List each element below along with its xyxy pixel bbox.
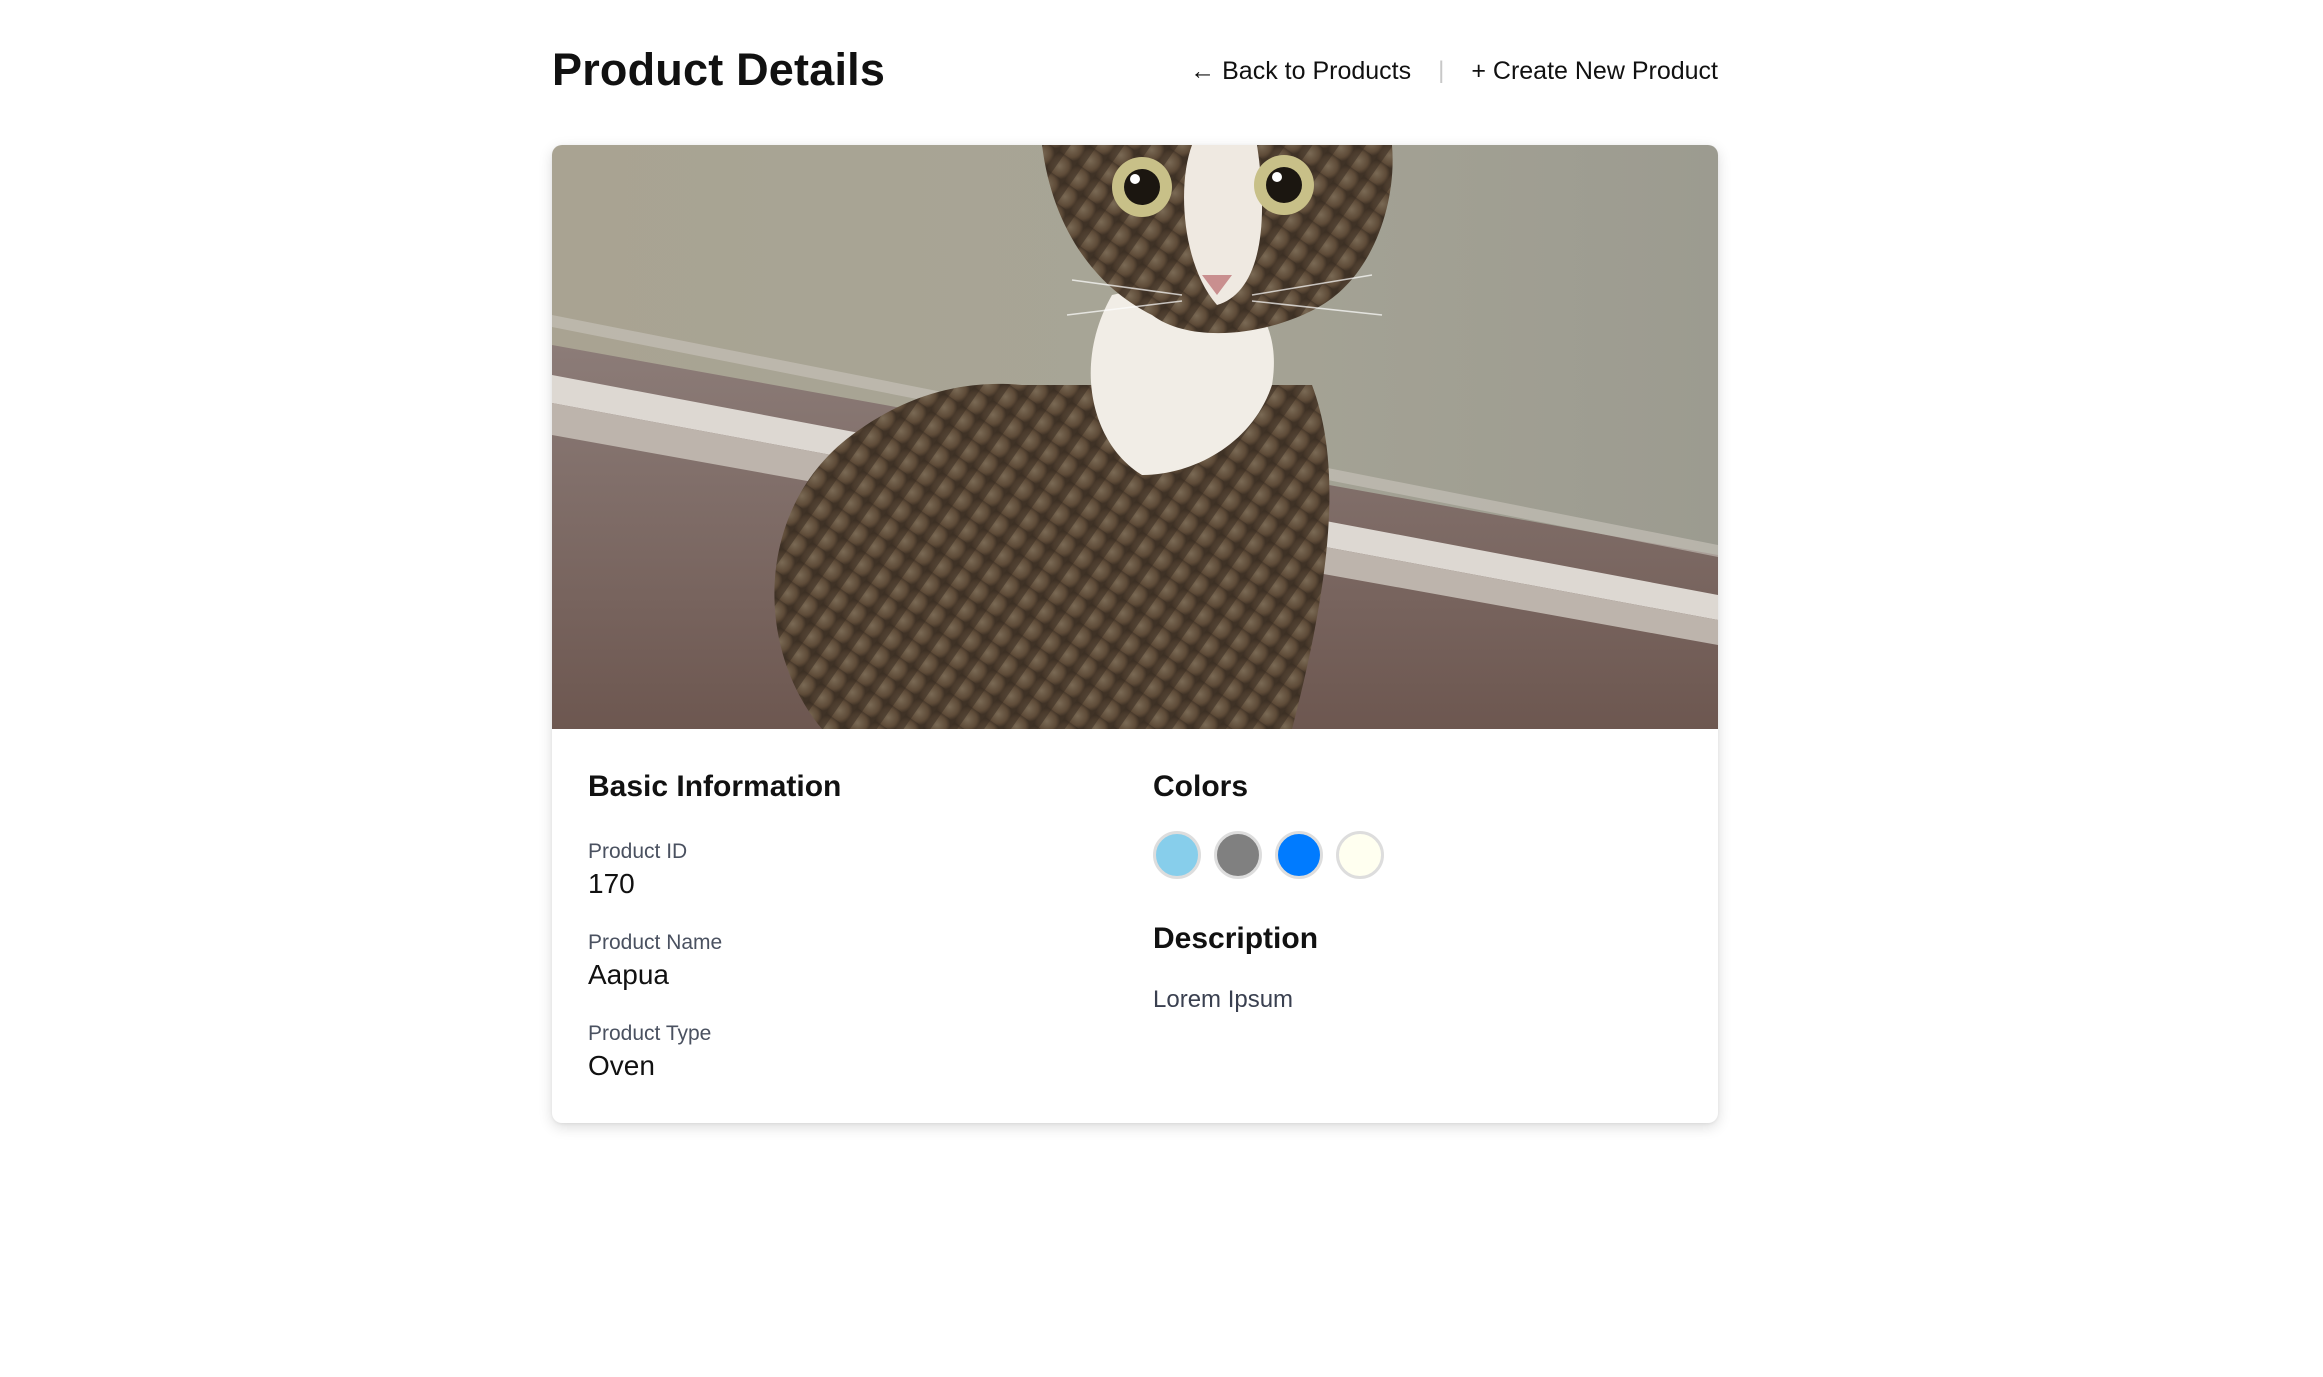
color-swatch[interactable] bbox=[1214, 831, 1262, 879]
color-swatch[interactable] bbox=[1336, 831, 1384, 879]
product-image bbox=[552, 145, 1718, 729]
header-nav: ← Back to Products | + Create New Produc… bbox=[1190, 56, 1718, 86]
product-info: Basic Information Product ID 170 Product… bbox=[552, 729, 1718, 1123]
product-details-page: Product Details ← Back to Products | + C… bbox=[552, 0, 1718, 1123]
color-swatch[interactable] bbox=[1275, 831, 1323, 879]
back-to-products-link[interactable]: ← Back to Products bbox=[1190, 56, 1411, 86]
description-title: Description bbox=[1153, 922, 1319, 955]
product-type-value: Oven bbox=[588, 1050, 655, 1081]
page-title: Product Details bbox=[552, 44, 886, 95]
page-header: Product Details ← Back to Products | + C… bbox=[552, 0, 1718, 145]
product-id-value: 170 bbox=[588, 868, 635, 899]
product-card: Basic Information Product ID 170 Product… bbox=[552, 145, 1718, 1123]
color-swatch[interactable] bbox=[1153, 831, 1201, 879]
description-text: Lorem Ipsum bbox=[1153, 986, 1294, 1013]
colors-title: Colors bbox=[1153, 770, 1249, 803]
create-new-product-link[interactable]: + Create New Product bbox=[1471, 56, 1718, 86]
nav-separator: | bbox=[1438, 57, 1445, 84]
product-type-label: Product Type bbox=[588, 1022, 712, 1045]
basic-information-title: Basic Information bbox=[588, 770, 842, 803]
product-id-label: Product ID bbox=[588, 840, 688, 863]
product-name-value: Aapua bbox=[588, 959, 669, 990]
color-swatches bbox=[1153, 831, 1384, 879]
product-name-label: Product Name bbox=[588, 931, 723, 954]
